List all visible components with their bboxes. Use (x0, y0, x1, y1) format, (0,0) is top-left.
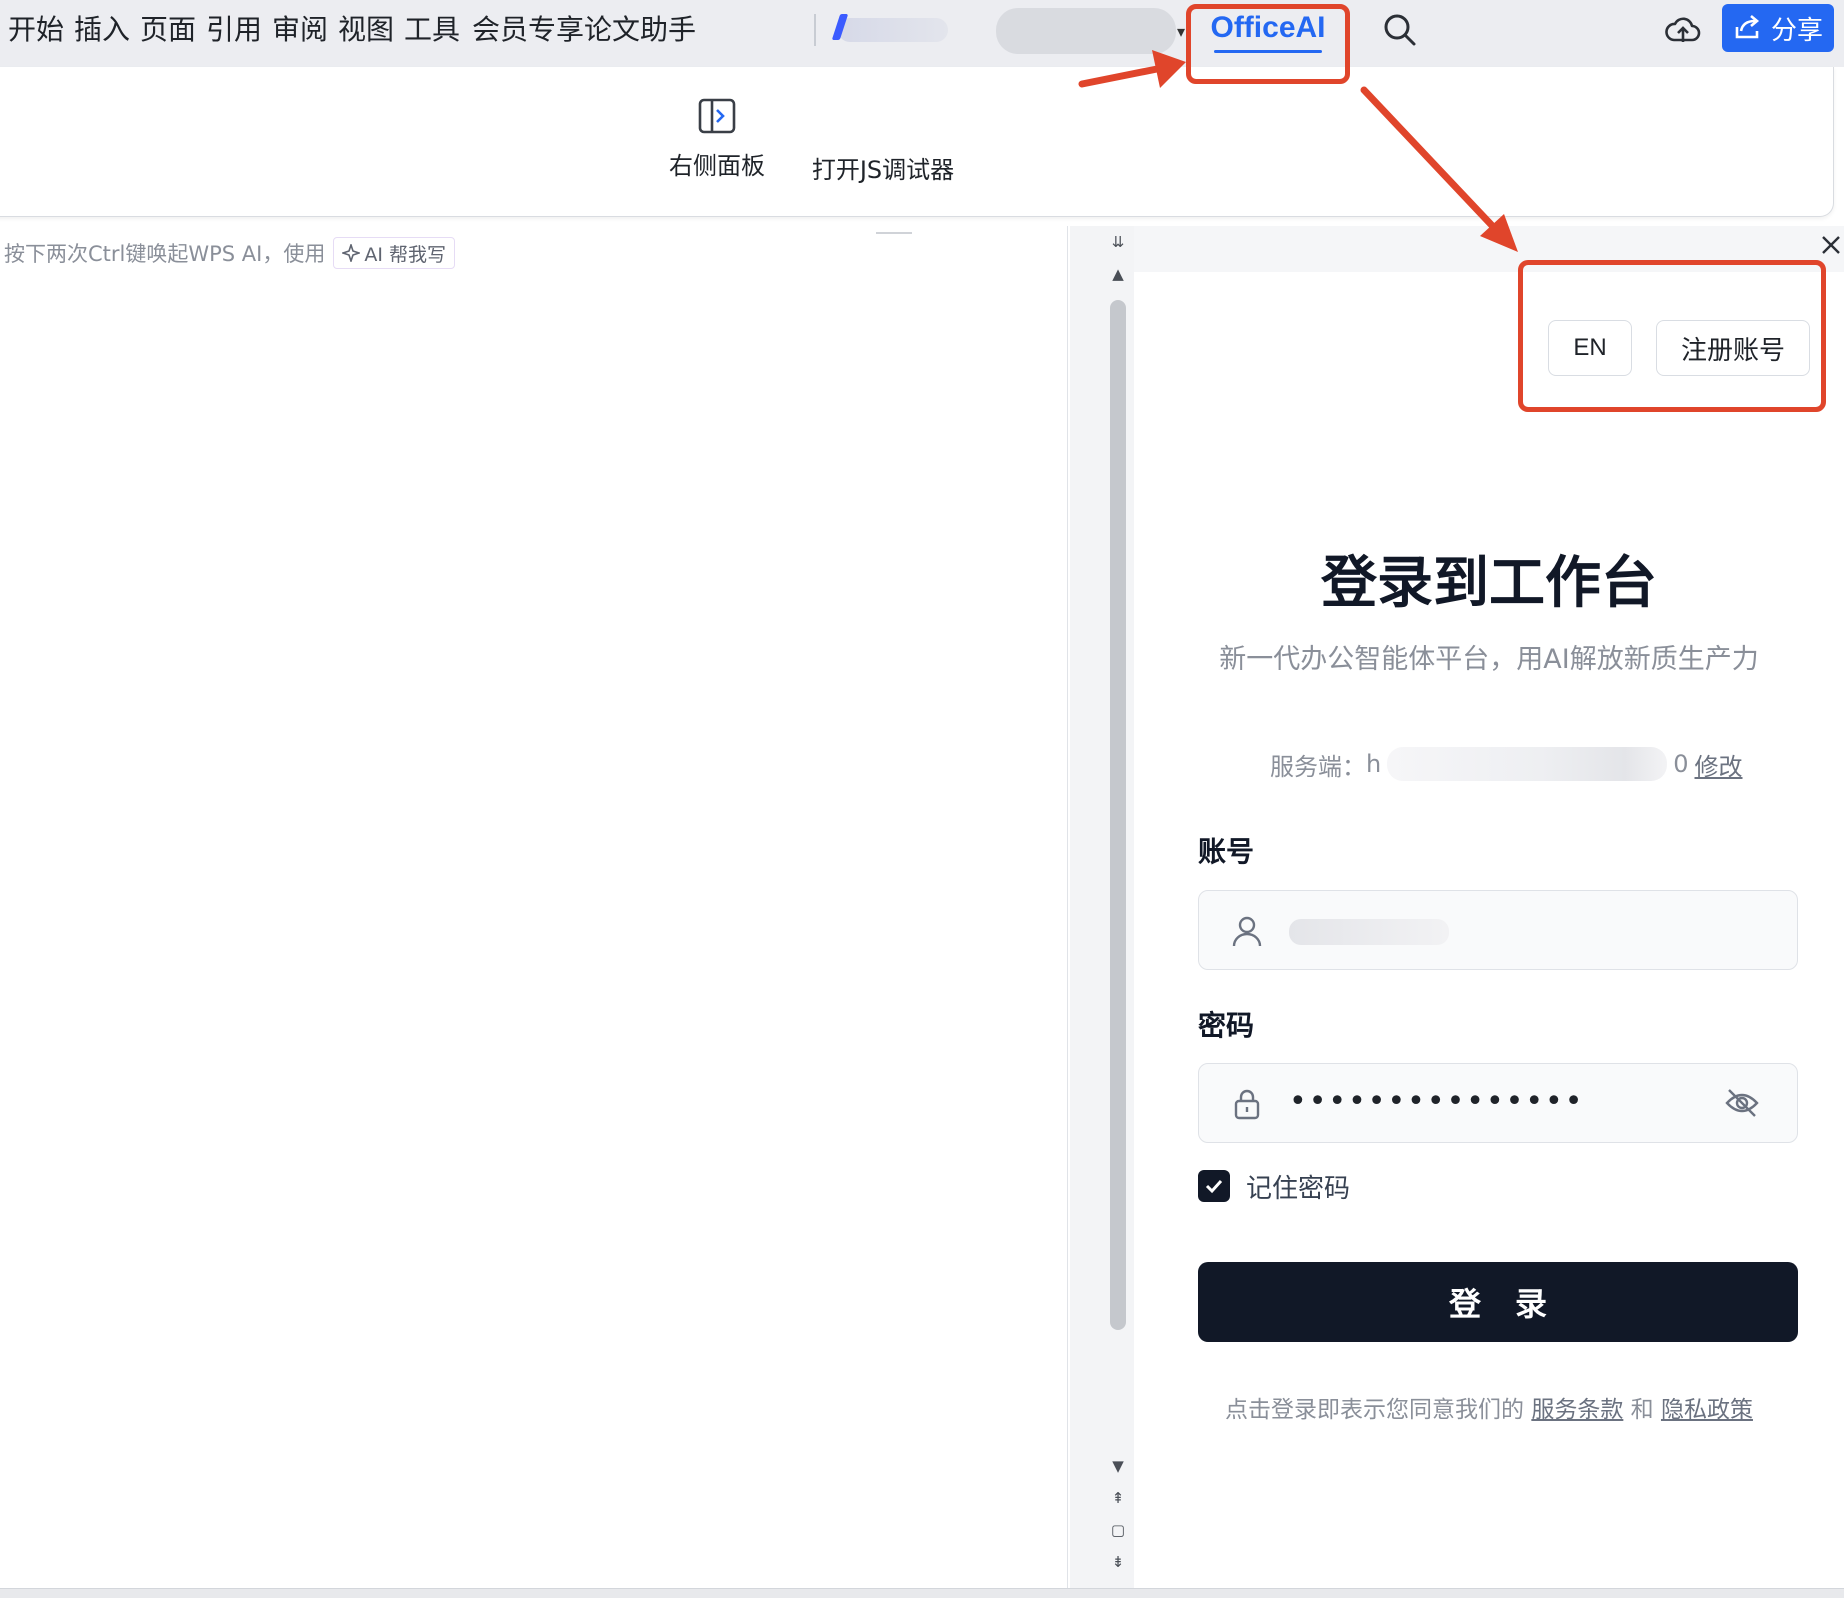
tab-thesis[interactable]: 论文助手 (584, 10, 696, 50)
scroll-down-icon[interactable]: ▼ (1108, 1456, 1128, 1476)
privacy-policy-link[interactable]: 隐私政策 (1661, 1397, 1753, 1423)
server-url-end: 0 (1673, 750, 1689, 778)
login-title: 登录到工作台 (1321, 551, 1657, 616)
scroll-up-icon[interactable]: ▲ (1108, 264, 1128, 284)
server-row: 服务端： h 0 修改 (1270, 744, 1743, 784)
close-icon[interactable] (1818, 232, 1844, 258)
tab-insert[interactable]: 插入 (74, 10, 130, 50)
terms-and: 和 (1623, 1397, 1661, 1423)
js-debugger-button[interactable]: 打开JS调试器 (808, 96, 958, 186)
sparkle-icon (342, 244, 361, 262)
password-input[interactable]: ••••••••••••••• (1198, 1063, 1798, 1143)
login-submit-button[interactable]: 登录 (1198, 1262, 1798, 1342)
next-page-icon[interactable]: ⇟ (1108, 1552, 1128, 1572)
server-url-start: h (1366, 750, 1382, 778)
lock-icon (1234, 1089, 1260, 1120)
wps-ai-hint-text: 按下两次Ctrl键唤起WPS AI，使用 (4, 242, 326, 266)
annotation-box-panel-buttons (1518, 260, 1826, 412)
tab-review[interactable]: 审阅 (272, 10, 328, 50)
eye-off-icon[interactable] (1723, 1084, 1761, 1122)
tab-member[interactable]: 会员专享 (472, 10, 584, 50)
wps-ai-hint: 按下两次Ctrl键唤起WPS AI，使用 AI 帮我写 (4, 236, 456, 270)
side-panel-icon (698, 98, 736, 134)
account-label: 账号 (1198, 835, 1255, 868)
password-label: 密码 (1198, 1009, 1255, 1042)
previous-page-icon[interactable]: ⇞ (1108, 1488, 1128, 1508)
check-icon (1205, 1179, 1223, 1194)
tab-home[interactable]: 开始 (8, 10, 64, 50)
user-icon (1232, 916, 1262, 947)
js-debugger-label: 打开JS调试器 (811, 156, 955, 184)
document-page[interactable] (0, 226, 1068, 1588)
terms-of-service-link[interactable]: 服务条款 (1531, 1397, 1623, 1423)
remember-password-row[interactable]: 记住密码 (1198, 1166, 1350, 1206)
tab-tools[interactable]: 工具 (404, 10, 460, 50)
account-value-redacted (1289, 919, 1449, 945)
tab-references[interactable]: 引用 (206, 10, 262, 50)
select-browse-object-icon[interactable]: ▢ (1108, 1520, 1128, 1540)
scrollbar-thumb[interactable] (1110, 300, 1126, 1330)
remember-password-checkbox[interactable] (1198, 1170, 1230, 1202)
terms-notice: 点击登录即表示您同意我们的 服务条款 和 隐私政策 (1134, 1390, 1844, 1424)
edit-server-link[interactable]: 修改 (1695, 747, 1743, 782)
server-label: 服务端： (1270, 752, 1366, 781)
login-subtitle: 新一代办公智能体平台，用AI解放新质生产力 (1219, 644, 1759, 675)
server-url-redacted (1387, 747, 1668, 781)
cloud-upload-icon[interactable] (1664, 12, 1702, 50)
right-panel-label: 右侧面板 (669, 152, 765, 180)
share-label: 分享 (1770, 15, 1823, 46)
redacted-tab (838, 18, 948, 42)
annotation-box-officeai-tab (1186, 4, 1350, 84)
share-button[interactable]: 分享 (1722, 4, 1834, 52)
account-input[interactable] (1198, 890, 1798, 970)
split-view-icon[interactable]: ⇊ (1108, 232, 1128, 252)
ai-write-chip[interactable]: AI 帮我写 (333, 237, 456, 269)
redacted-tabs (996, 8, 1176, 54)
share-icon (1735, 15, 1760, 39)
ai-write-label: AI 帮我写 (364, 243, 447, 266)
right-panel-button[interactable]: 右侧面板 (669, 96, 765, 186)
terms-prefix: 点击登录即表示您同意我们的 (1225, 1397, 1532, 1423)
tab-separator (814, 14, 816, 46)
tab-page[interactable]: 页面 (140, 10, 196, 50)
remember-password-label: 记住密码 (1246, 1173, 1351, 1204)
page-corner-marker (876, 232, 912, 234)
password-value: ••••••••••••••• (1289, 1084, 1585, 1119)
search-icon[interactable] (1380, 10, 1420, 50)
status-bar (0, 1588, 1844, 1598)
tab-view[interactable]: 视图 (338, 10, 394, 50)
